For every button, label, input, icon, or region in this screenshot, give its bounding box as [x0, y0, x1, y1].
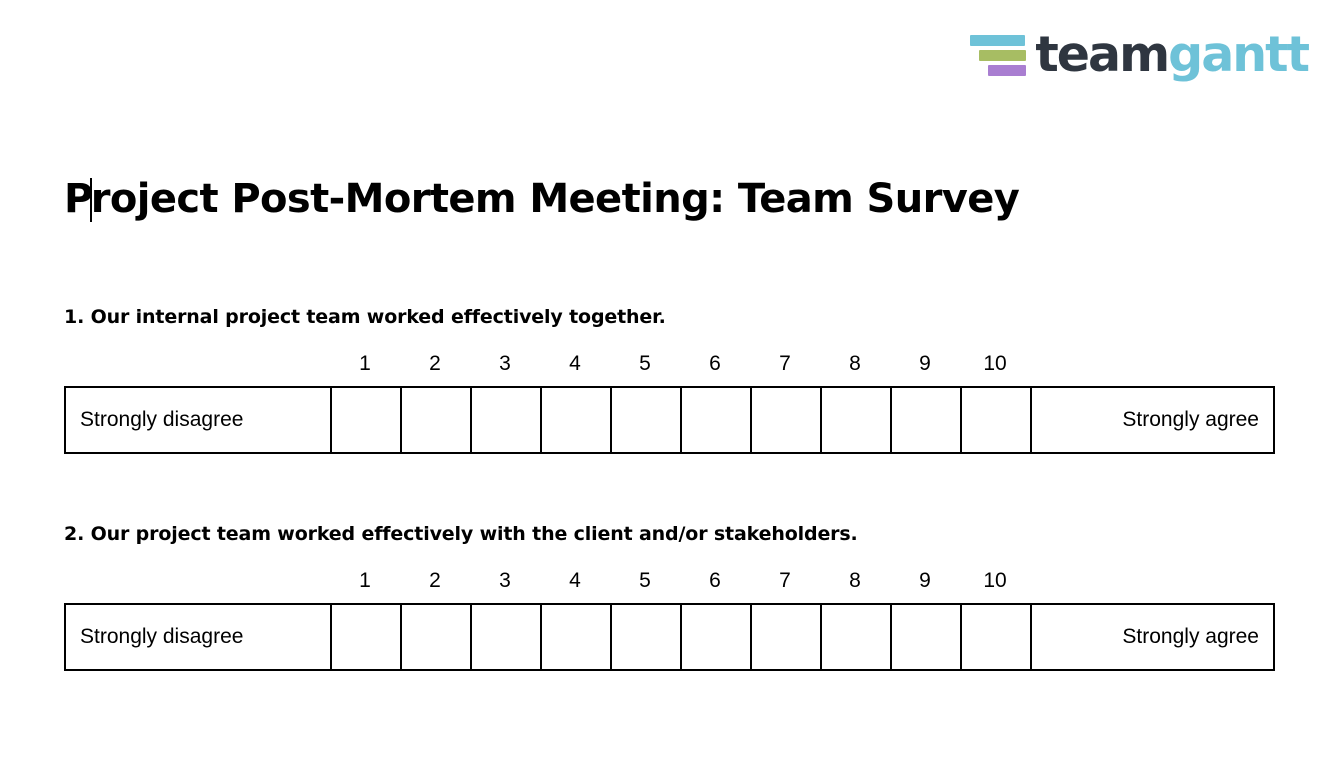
scale-number-6: 6: [709, 351, 721, 375]
scale-number-9: 9: [919, 351, 931, 375]
likert-cell-1-9[interactable]: [890, 386, 962, 454]
scale-number-7: 7: [779, 351, 791, 375]
scale-number-2: 2: [429, 568, 441, 592]
page-title-text: Project Post-Mortem Meeting: Team Survey: [64, 176, 1020, 222]
scale-number-2: 2: [429, 351, 441, 375]
document-body: Project Post-Mortem Meeting: Team Survey…: [64, 0, 1275, 671]
likert-cell-2-3[interactable]: [470, 603, 542, 671]
likert-cell-1-6[interactable]: [680, 386, 752, 454]
likert-table-1: Strongly disagree Strongly agree: [64, 386, 1275, 454]
likert-cell-2-4[interactable]: [540, 603, 612, 671]
likert-cell-1-5[interactable]: [610, 386, 682, 454]
table-row: Strongly disagree Strongly agree: [64, 386, 1275, 454]
survey-question-block-2: 2. Our project team worked effectively w…: [64, 454, 1275, 671]
scale-number-3: 3: [499, 351, 511, 375]
anchor-strongly-disagree: Strongly disagree: [64, 603, 332, 671]
scale-number-8: 8: [849, 351, 861, 375]
likert-cell-1-2[interactable]: [400, 386, 472, 454]
scale-number-5: 5: [639, 351, 651, 375]
likert-cell-2-9[interactable]: [890, 603, 962, 671]
question-2-text: 2. Our project team worked effectively w…: [64, 523, 858, 545]
likert-cell-2-7[interactable]: [750, 603, 822, 671]
scale-number-3: 3: [499, 568, 511, 592]
scale-number-1: 1: [359, 568, 371, 592]
likert-cell-2-6[interactable]: [680, 603, 752, 671]
table-row: Strongly disagree Strongly agree: [64, 603, 1275, 671]
scale-number-4: 4: [569, 568, 581, 592]
likert-table-2: Strongly disagree Strongly agree: [64, 603, 1275, 671]
likert-cell-1-3[interactable]: [470, 386, 542, 454]
scale-number-6: 6: [709, 568, 721, 592]
likert-cell-1-1[interactable]: [330, 386, 402, 454]
scale-number-1: 1: [359, 351, 371, 375]
likert-cell-2-2[interactable]: [400, 603, 472, 671]
scale-number-9: 9: [919, 568, 931, 592]
likert-cell-2-10[interactable]: [960, 603, 1032, 671]
likert-cell-1-10[interactable]: [960, 386, 1032, 454]
likert-cell-2-5[interactable]: [610, 603, 682, 671]
scale-number-8: 8: [849, 568, 861, 592]
anchor-strongly-agree: Strongly agree: [1030, 603, 1275, 671]
scale-number-7: 7: [779, 568, 791, 592]
scale-number-10: 10: [983, 568, 1007, 592]
anchor-strongly-disagree: Strongly disagree: [64, 386, 332, 454]
survey-question-block-1: 1. Our internal project team worked effe…: [64, 222, 1275, 454]
likert-cell-1-4[interactable]: [540, 386, 612, 454]
question-1-text: 1. Our internal project team worked effe…: [64, 306, 666, 328]
likert-cell-2-1[interactable]: [330, 603, 402, 671]
scale-numbers-row-1: 1 2 3 4 5 6 7 8 9 10: [64, 349, 1275, 377]
likert-cell-1-7[interactable]: [750, 386, 822, 454]
page-title[interactable]: Project Post-Mortem Meeting: Team Survey: [64, 0, 1275, 222]
scale-number-5: 5: [639, 568, 651, 592]
likert-cell-1-8[interactable]: [820, 386, 892, 454]
likert-cell-2-8[interactable]: [820, 603, 892, 671]
anchor-strongly-agree: Strongly agree: [1030, 386, 1275, 454]
scale-number-4: 4: [569, 351, 581, 375]
scale-numbers-row-2: 1 2 3 4 5 6 7 8 9 10: [64, 566, 1275, 594]
scale-number-10: 10: [983, 351, 1007, 375]
